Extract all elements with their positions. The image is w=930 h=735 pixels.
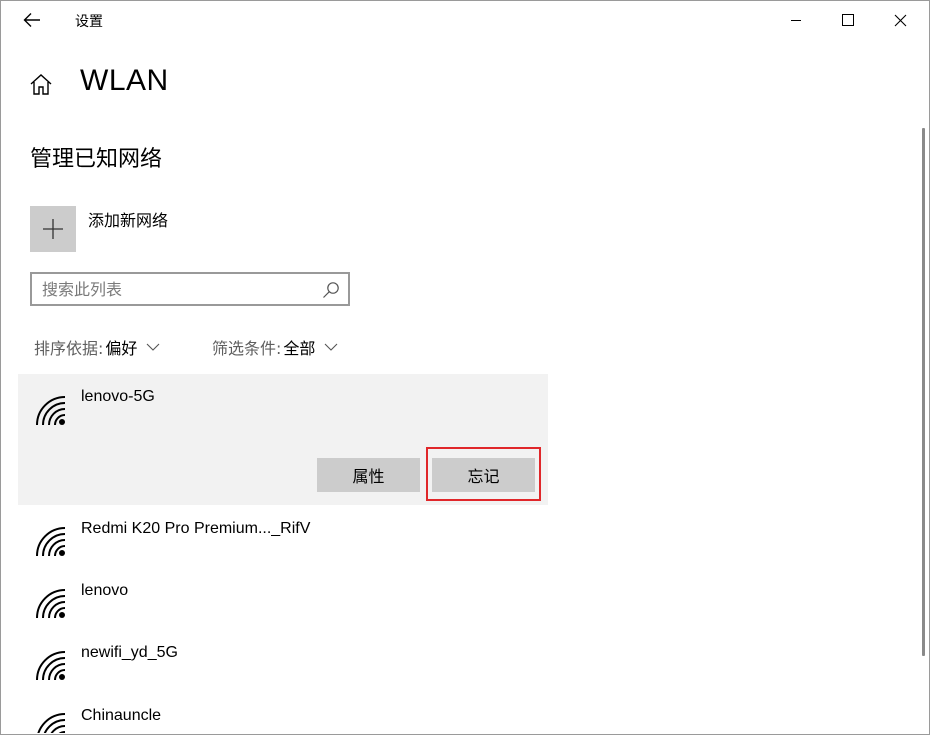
chevron-down-icon — [325, 343, 338, 351]
network-name: newifi_yd_5G — [81, 644, 178, 661]
network-item[interactable]: Chinauncle — [18, 691, 548, 733]
window-title: 设置 — [75, 14, 103, 30]
back-arrow-icon — [23, 13, 40, 27]
properties-button[interactable]: 属性 — [317, 458, 420, 492]
page-title: WLAN — [80, 64, 169, 97]
search-icon[interactable] — [322, 281, 340, 299]
scrollbar-thumb[interactable] — [922, 128, 925, 656]
minimize-button[interactable] — [773, 1, 819, 39]
sort-label: 排序依据: — [34, 339, 104, 358]
title-bar: 设置 — [1, 1, 929, 39]
network-item[interactable]: newifi_yd_5G — [18, 629, 548, 691]
filter-dropdown[interactable]: 筛选条件: 全部 — [212, 335, 338, 359]
filter-label: 筛选条件: — [212, 339, 282, 358]
wifi-icon — [36, 527, 66, 557]
wifi-icon — [36, 589, 66, 619]
add-network-label[interactable]: 添加新网络 — [88, 207, 168, 231]
home-button[interactable] — [28, 72, 54, 98]
network-item[interactable]: lenovo — [18, 567, 548, 629]
scrollbar[interactable] — [919, 40, 929, 733]
plus-icon — [43, 219, 63, 239]
search-box[interactable] — [30, 272, 350, 306]
maximize-icon — [842, 14, 854, 26]
wifi-icon — [36, 396, 66, 426]
network-name: lenovo — [81, 582, 129, 599]
network-name: lenovo-5G — [81, 388, 155, 405]
close-icon — [894, 14, 906, 26]
filter-value: 全部 — [283, 339, 316, 358]
back-button[interactable] — [15, 5, 49, 35]
maximize-button[interactable] — [825, 1, 871, 39]
wifi-icon — [37, 713, 66, 733]
network-item[interactable]: Redmi K20 Pro Premium..._RifV — [18, 505, 548, 567]
add-network-button[interactable] — [30, 206, 76, 252]
search-input[interactable] — [42, 278, 322, 300]
sort-dropdown[interactable]: 排序依据: 偏好 — [34, 335, 160, 359]
sort-value: 偏好 — [105, 339, 138, 358]
minimize-icon — [791, 20, 801, 21]
close-button[interactable] — [877, 1, 923, 39]
network-name: Redmi K20 Pro Premium..._RifV — [81, 520, 311, 537]
network-name: Chinauncle — [81, 707, 162, 724]
section-title: 管理已知网络 — [30, 147, 163, 172]
chevron-down-icon — [147, 343, 160, 351]
wifi-icon — [36, 651, 66, 681]
home-icon — [30, 74, 52, 95]
forget-button[interactable]: 忘记 — [432, 458, 535, 492]
